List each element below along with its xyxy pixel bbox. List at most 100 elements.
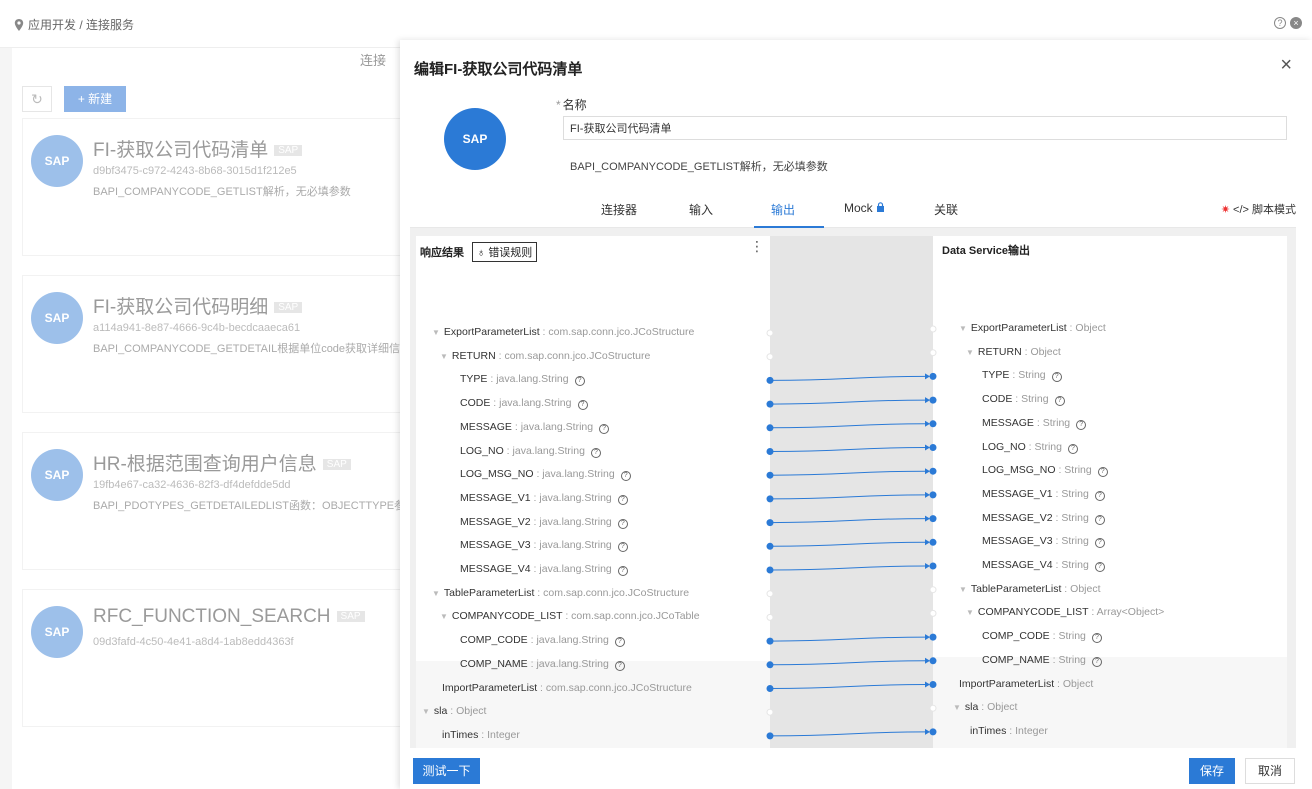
target-connector-dot[interactable]: [929, 515, 937, 523]
mapping-line[interactable]: [769, 541, 927, 547]
tab-mock[interactable]: Mock: [844, 201, 885, 215]
target-connector-dot[interactable]: [929, 420, 937, 428]
refresh-icon: ↻: [31, 90, 43, 107]
mapping-line[interactable]: [769, 494, 927, 500]
refresh-button[interactable]: ↻: [22, 86, 52, 112]
arrow-head-icon: [925, 728, 930, 735]
connection-card[interactable]: SAP FI-获取公司代码明细 SAP a114a941-8e87-4666-9c…: [22, 275, 403, 413]
connection-card[interactable]: SAP RFC_FUNCTION_SEARCH SAP 09d3fafd-4c50…: [22, 589, 402, 727]
mapping-line[interactable]: [769, 660, 927, 666]
connection-card[interactable]: SAP FI-获取公司代码清单 SAP d9bf3475-c972-4243-8b…: [22, 118, 402, 256]
arrow-head-icon: [925, 657, 930, 664]
arrow-head-icon: [925, 420, 930, 427]
mapping-line[interactable]: [769, 684, 927, 689]
source-connector-dot[interactable]: [766, 708, 774, 716]
tab-connector[interactable]: 连接器: [601, 201, 637, 218]
target-connector-dot[interactable]: [929, 586, 937, 594]
card-id: a114a941-8e87-4666-9c4b-becdcaaeca61: [93, 322, 301, 334]
card-desc: BAPI_COMPANYCODE_GETDETAIL根据单位code获取详细信息: [93, 343, 403, 355]
sap-logo-icon: SAP: [444, 108, 506, 170]
target-connector-dot[interactable]: [929, 704, 937, 712]
target-connector-dot[interactable]: [929, 349, 937, 357]
breadcrumb-text[interactable]: 应用开发 / 连接服务: [28, 16, 134, 33]
new-button[interactable]: + 新建: [64, 86, 126, 112]
help-icon[interactable]: ?: [1274, 17, 1286, 29]
target-connector-dot[interactable]: [929, 681, 937, 688]
target-connector-dot[interactable]: [929, 491, 937, 499]
footer: 测试一下 保存 取消: [400, 752, 1312, 789]
mapping-lines: [766, 325, 937, 740]
close-circle-icon[interactable]: ×: [1290, 17, 1302, 29]
test-button[interactable]: 测试一下: [413, 758, 480, 784]
arrow-head-icon: [925, 681, 930, 688]
target-connector-dot[interactable]: [929, 657, 937, 665]
target-connector-dot[interactable]: [929, 538, 937, 546]
lock-icon: [877, 202, 885, 212]
tab-output[interactable]: 输出: [771, 201, 795, 218]
name-label-text: 名称: [562, 98, 587, 112]
card-id: d9bf3475-c972-4243-8b68-3015d1f212e5: [93, 165, 297, 177]
mapping-line[interactable]: [769, 375, 927, 381]
target-connector-dot[interactable]: [929, 609, 937, 617]
card-tag: SAP: [274, 145, 303, 156]
tab-mock-label: Mock: [844, 201, 873, 215]
arrow-head-icon: [925, 444, 930, 451]
location-pin-icon: [14, 18, 24, 31]
source-connector-dot[interactable]: [766, 353, 774, 361]
source-connector-dot[interactable]: [766, 613, 774, 621]
card-title: FI-获取公司代码明细: [93, 297, 269, 318]
arrow-head-icon: [925, 634, 930, 641]
arrow-head-icon: [925, 539, 930, 546]
target-connector-dot[interactable]: [929, 467, 937, 475]
description-text[interactable]: BAPI_COMPANYCODE_GETLIST解析，无必填参数: [570, 158, 828, 174]
tab-relation[interactable]: 关联: [934, 201, 958, 218]
name-label: * 名称: [556, 96, 587, 113]
breadcrumb: 应用开发 / 连接服务: [14, 16, 134, 33]
arrow-head-icon: [925, 491, 930, 498]
script-mode-button[interactable]: ✷ </> 脚本模式: [1221, 201, 1296, 217]
list-title: 连接: [360, 53, 387, 68]
bug-icon: ✷: [1220, 203, 1231, 216]
mapping-line[interactable]: [769, 423, 927, 429]
target-connector-dot[interactable]: [929, 325, 937, 333]
tab-bar: 连接器 输入 输出 Mock 关联 ✷ </> 脚本模式: [410, 192, 1296, 228]
arrow-head-icon: [925, 468, 930, 475]
target-connector-dot[interactable]: [929, 396, 937, 404]
card-id: 19fb4e67-ca32-4636-82f3-df4defdde5dd: [93, 479, 291, 491]
tab-input[interactable]: 输入: [689, 201, 713, 218]
card-desc: BAPI_PDOTYPES_GETDETAILEDLIST函数：OBJECTTY…: [93, 500, 403, 512]
required-mark: *: [556, 98, 561, 112]
mapping-line[interactable]: [769, 399, 927, 405]
connection-card[interactable]: SAP HR-根据范围查询用户信息 SAP 19fb4e67-ca32-4636-…: [22, 432, 403, 570]
name-input[interactable]: [563, 116, 1287, 140]
source-connector-dot[interactable]: [766, 590, 774, 598]
source-connector-dot[interactable]: [766, 329, 774, 337]
cancel-button[interactable]: 取消: [1245, 758, 1295, 784]
mapping-line[interactable]: [769, 470, 927, 476]
mapping-line[interactable]: [769, 447, 927, 452]
script-mode-label: </> 脚本模式: [1233, 204, 1296, 216]
card-title: RFC_FUNCTION_SEARCH: [93, 606, 331, 627]
target-connector-dot[interactable]: [929, 562, 937, 570]
mapping-line[interactable]: [769, 518, 927, 524]
target-connector-dot[interactable]: [929, 372, 937, 380]
sap-logo-icon: SAP: [31, 449, 83, 501]
target-connector-dot[interactable]: [929, 633, 937, 641]
field-mapper: 响应结果 ♁ 错误规则 ⋮ Data Service输出 ▼ ExportParam…: [410, 228, 1296, 748]
arrow-head-icon: [925, 397, 930, 404]
sap-logo-icon: SAP: [31, 135, 83, 187]
target-connector-dot[interactable]: [929, 444, 937, 451]
save-button[interactable]: 保存: [1189, 758, 1235, 784]
modal-title: 编辑FI-获取公司代码清单: [414, 61, 583, 78]
target-connector-dot[interactable]: [929, 728, 937, 736]
mapping-line[interactable]: [769, 565, 927, 571]
mapping-line[interactable]: [769, 636, 927, 642]
sap-logo-icon: SAP: [31, 606, 83, 658]
arrow-head-icon: [925, 373, 930, 380]
close-icon[interactable]: ×: [1280, 54, 1292, 77]
card-tag: SAP: [274, 302, 303, 313]
card-id: 09d3fafd-4c50-4e41-a8d4-1ab8edd4363f: [93, 636, 294, 648]
card-desc: BAPI_COMPANYCODE_GETLIST解析，无必填参数: [93, 186, 351, 198]
mapping-line[interactable]: [769, 731, 927, 737]
card-title: HR-根据范围查询用户信息: [93, 454, 317, 475]
